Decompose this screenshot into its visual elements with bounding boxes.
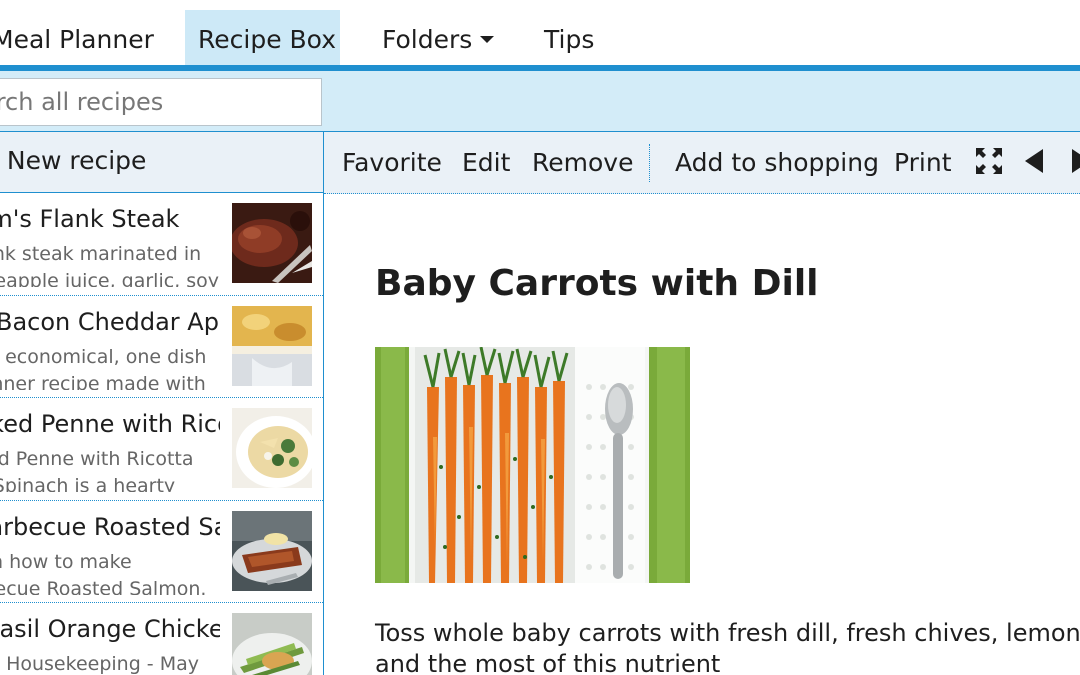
recipe-text: Mom's Flank Steak Flank steak marinated … bbox=[0, 193, 220, 295]
recipe-thumbnail bbox=[232, 613, 312, 675]
recipe-heading: Baby Carrots with Dill bbox=[375, 263, 819, 304]
search-input[interactable] bbox=[0, 79, 321, 125]
recipe-text: Basil Orange Chicken Good Housekeeping -… bbox=[0, 603, 220, 675]
recipe-title: Baked Penne with Ricotta bbox=[0, 410, 220, 439]
recipe-thumbnail bbox=[232, 203, 312, 283]
recipe-thumbnail bbox=[232, 408, 312, 489]
recipe-detail: Baby Carrots with Dill Toss whole baby c… bbox=[324, 195, 1080, 675]
add-to-shopping-button[interactable]: Add to shopping bbox=[675, 132, 879, 193]
new-recipe-button[interactable]: + New recipe bbox=[0, 132, 323, 193]
chevron-down-icon bbox=[480, 35, 495, 43]
edit-button[interactable]: Edit bbox=[462, 132, 510, 193]
nav-tips[interactable]: Tips bbox=[544, 10, 594, 66]
recipe-list-item[interactable]: Baked Penne with Ricotta Baked Penne wit… bbox=[0, 398, 323, 501]
recipe-description: Learn how to make Barbecue Roasted Salmo… bbox=[0, 550, 207, 595]
nav-meal-planner[interactable]: Meal Planner bbox=[0, 10, 154, 66]
recipe-toolbar: Favorite Edit Remove Add to shopping Pri… bbox=[324, 132, 1080, 194]
nav-folders[interactable]: Folders bbox=[382, 10, 495, 66]
recipe-list-item[interactable]: Barbecue Roasted Salmon Learn how to mak… bbox=[0, 501, 323, 604]
recipe-description: Flank steak marinated in pineapple juice… bbox=[0, 243, 220, 287]
expand-icon[interactable] bbox=[974, 146, 1004, 176]
recipe-text: Bacon Cheddar Apple An economical, one d… bbox=[0, 296, 220, 398]
search-bar bbox=[0, 71, 1080, 132]
recipe-text: Barbecue Roasted Salmon Learn how to mak… bbox=[0, 501, 220, 603]
top-navigation: Meal Planner Recipe Box Folders Tips bbox=[0, 0, 1080, 66]
recipe-description: An economical, one dish dinner recipe ma… bbox=[0, 345, 207, 390]
recipe-description: Good Housekeeping - May bbox=[0, 653, 199, 675]
recipe-list-item[interactable]: Mom's Flank Steak Flank steak marinated … bbox=[0, 193, 323, 296]
previous-icon[interactable] bbox=[1021, 146, 1051, 176]
recipe-thumbnail bbox=[232, 305, 312, 386]
nav-recipe-box[interactable]: Recipe Box bbox=[185, 10, 340, 66]
print-button[interactable]: Print bbox=[894, 132, 952, 193]
next-icon[interactable] bbox=[1066, 146, 1080, 176]
recipe-title: Bacon Cheddar Apple bbox=[0, 307, 220, 336]
search-box bbox=[0, 78, 322, 126]
toolbar-separator bbox=[649, 144, 650, 182]
recipe-description-text: Toss whole baby carrots with fresh dill,… bbox=[375, 619, 1080, 675]
recipe-description: Baked Penne with Ricotta and Spinach is … bbox=[0, 448, 194, 493]
recipe-text: Baked Penne with Ricotta Baked Penne wit… bbox=[0, 398, 220, 500]
favorite-button[interactable]: Favorite bbox=[342, 132, 442, 193]
recipe-title: Mom's Flank Steak bbox=[0, 205, 180, 233]
new-recipe-label: + New recipe bbox=[0, 146, 147, 175]
recipe-title: Barbecue Roasted Salmon bbox=[0, 512, 220, 541]
recipe-title: Basil Orange Chicken bbox=[0, 615, 220, 644]
recipe-sidebar: + New recipe Mom's Flank Steak Flank ste… bbox=[0, 132, 324, 675]
recipe-photo bbox=[375, 346, 690, 583]
recipe-thumbnail bbox=[232, 510, 312, 591]
remove-button[interactable]: Remove bbox=[532, 132, 633, 193]
nav-folders-label: Folders bbox=[382, 25, 473, 54]
recipe-list: Mom's Flank Steak Flank steak marinated … bbox=[0, 193, 323, 675]
recipe-list-item[interactable]: Bacon Cheddar Apple An economical, one d… bbox=[0, 296, 323, 399]
recipe-list-item[interactable]: Basil Orange Chicken Good Housekeeping -… bbox=[0, 603, 323, 675]
